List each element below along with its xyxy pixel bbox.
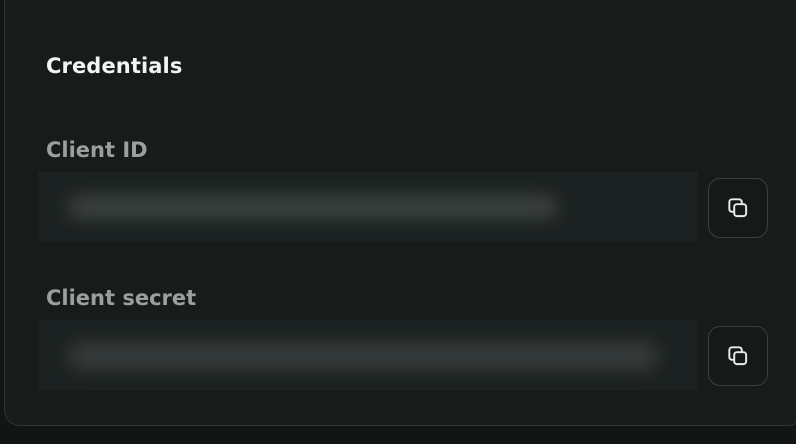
copy-client-id-button[interactable] xyxy=(708,178,768,238)
client-id-value xyxy=(38,172,698,242)
section-title: Credentials xyxy=(46,54,183,78)
client-secret-value xyxy=(38,320,698,390)
copy-client-secret-button[interactable] xyxy=(708,326,768,386)
copy-icon xyxy=(725,195,751,221)
client-secret-field[interactable] xyxy=(38,320,698,390)
client-id-field[interactable] xyxy=(38,172,698,242)
client-id-label: Client ID xyxy=(46,138,148,162)
copy-icon xyxy=(725,343,751,369)
client-secret-label: Client secret xyxy=(46,286,197,310)
